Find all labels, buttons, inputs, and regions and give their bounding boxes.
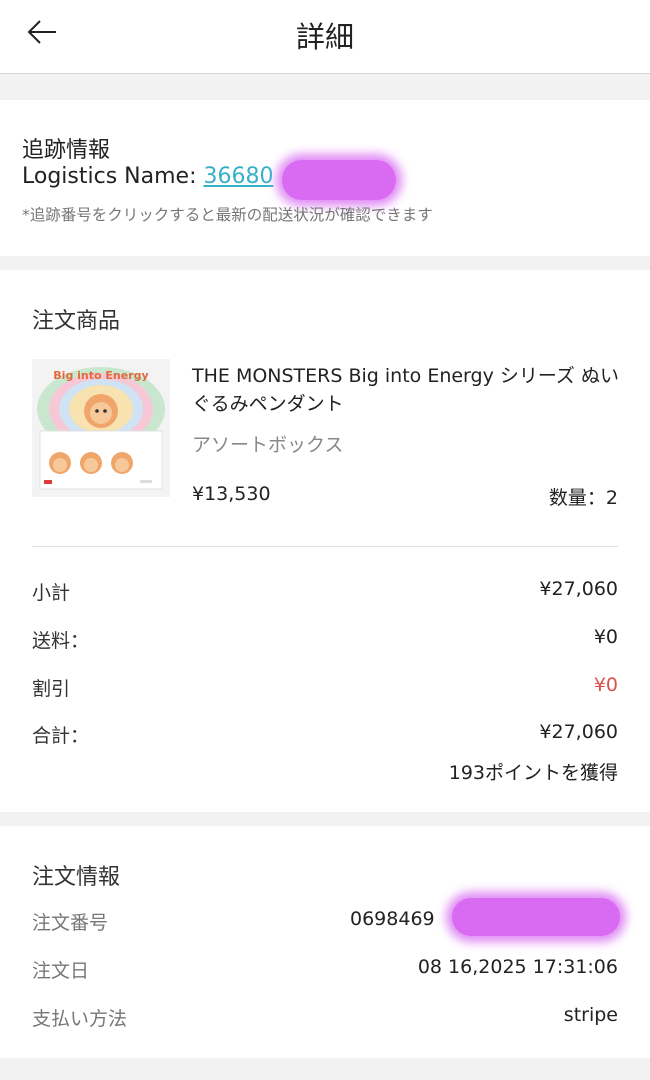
section-title-products: 注文商品 bbox=[32, 309, 121, 334]
tracking-number-link[interactable]: 36680 bbox=[203, 164, 273, 189]
total-label: 合計： bbox=[32, 725, 90, 747]
product-quantity: 数量：2 bbox=[548, 487, 618, 509]
redaction-mark bbox=[452, 898, 620, 936]
points-earned: 193ポイントを獲得 bbox=[448, 762, 618, 784]
logistics-label: Logistics Name: bbox=[22, 164, 197, 189]
page-title: 詳細 bbox=[295, 20, 354, 54]
payment-method-value: stripe bbox=[563, 1004, 618, 1026]
tracking-heading: 追跡情報 bbox=[22, 138, 111, 163]
ordered-products-card: 注文商品 Big into Energy THE MONSTERS Big in… bbox=[0, 270, 650, 812]
subtotal-label: 小計 bbox=[32, 582, 71, 604]
shipping-label: 送料： bbox=[32, 630, 90, 652]
payment-method-label: 支払い方法 bbox=[32, 1008, 128, 1030]
redaction-mark bbox=[282, 160, 396, 200]
tracking-note: *追跡番号をクリックすると最新の配送状況が確認できます bbox=[22, 206, 433, 224]
total-value: ¥27,060 bbox=[539, 721, 618, 743]
order-number-start: 0698469 bbox=[350, 908, 435, 930]
top-bar: 詳細 bbox=[0, 0, 650, 74]
logistics-row: Logistics Name: 36680 bbox=[22, 164, 273, 189]
tracking-card: 追跡情報 Logistics Name: 36680 *追跡番号をクリックすると… bbox=[0, 100, 650, 256]
product-price: ¥13,530 bbox=[192, 483, 271, 505]
order-date-label: 注文日 bbox=[32, 960, 90, 982]
order-info-card: 注文情報 注文番号 0698469 4 注文日 08 16,2025 17:31… bbox=[0, 826, 650, 1058]
section-title-order-info: 注文情報 bbox=[32, 865, 121, 890]
product-image-text: Big into Energy bbox=[53, 369, 148, 382]
divider bbox=[32, 546, 618, 547]
subtotal-value: ¥27,060 bbox=[539, 578, 618, 600]
product-variant: アソートボックス bbox=[192, 434, 344, 456]
order-number-label: 注文番号 bbox=[32, 912, 109, 934]
product-box-illustration: Big into Energy bbox=[32, 359, 170, 497]
discount-value: ¥0 bbox=[593, 674, 618, 696]
discount-label: 割引 bbox=[32, 678, 71, 700]
shipping-value: ¥0 bbox=[593, 626, 618, 648]
order-date-value: 08 16,2025 17:31:06 bbox=[417, 956, 618, 978]
product-name[interactable]: THE MONSTERS Big into Energy シリーズ ぬいぐるみペ… bbox=[192, 362, 622, 418]
product-image[interactable]: Big into Energy bbox=[32, 359, 170, 497]
